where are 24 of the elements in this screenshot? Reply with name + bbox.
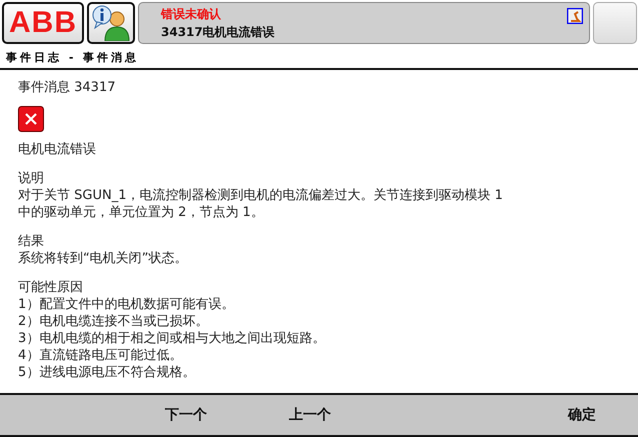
ok-button[interactable]: 确定 (558, 400, 606, 430)
section-text: 对于关节 SGUN_1，电流控制器检测到电机的电流偏差过大。关节连接到驱动模块 1 中的驱动单元，单元位置为 2，节点为 1。 (18, 187, 504, 222)
status-bar[interactable]: 错误未确认 34317电机电流错误 (138, 2, 590, 44)
robot-status-icon (567, 8, 583, 24)
event-title: 电机电流错误 (18, 141, 97, 158)
section-heading: 结果 (18, 233, 45, 250)
cause-item: 5）进线电源电压不符合规格。 (18, 364, 196, 382)
section-text: 系统将转到“电机关闭”状态。 (18, 250, 188, 268)
abb-logo-button[interactable]: ABB (2, 2, 84, 44)
page-title: 事件日志 - 事件消息 (0, 46, 638, 70)
error-icon (18, 106, 44, 132)
cause-item: 1）配置文件中的电机数据可能有误。 (18, 296, 236, 314)
previous-button[interactable]: 上一个 (279, 400, 341, 430)
next-button[interactable]: 下一个 (155, 400, 217, 430)
event-heading: 事件消息 34317 (18, 79, 116, 96)
cause-item: 4）直流链路电压可能过低。 (18, 347, 184, 364)
status-message: 34317电机电流错误 (161, 24, 276, 41)
section-heading: 说明 (18, 170, 45, 188)
info-user-icon (91, 5, 131, 41)
cause-item: 2）电机电缆连接不当或已损坏。 (18, 313, 210, 330)
info-user-button[interactable] (87, 2, 135, 44)
cause-item: 3）电机电缆的相于相之间或相与大地之间出现短路。 (18, 330, 326, 348)
section-heading: 可能性原因 (18, 279, 84, 296)
status-title: 错误未确认 (161, 6, 222, 23)
